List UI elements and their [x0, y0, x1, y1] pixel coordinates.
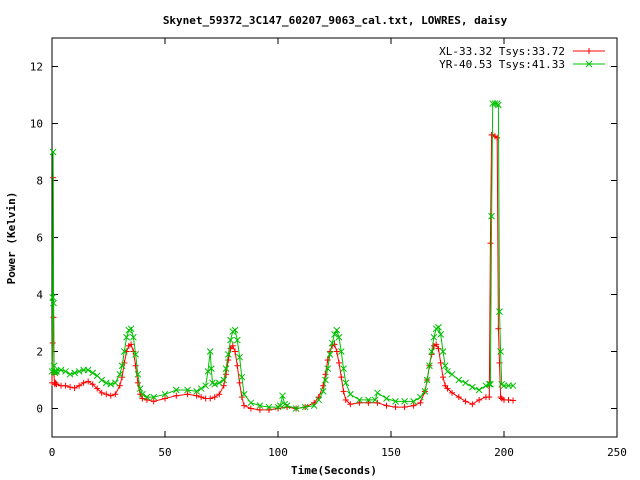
data-point [207, 395, 214, 402]
x-tick-label: 100 [268, 446, 288, 459]
data-point [198, 394, 205, 401]
x-tick-label: 50 [158, 446, 171, 459]
data-point [57, 366, 65, 374]
data-point [103, 391, 110, 398]
data-point [247, 405, 254, 412]
data-point [322, 371, 329, 378]
data-point [75, 368, 83, 375]
x-tick-label: 150 [381, 446, 401, 459]
y-tick-label: 12 [30, 61, 43, 74]
data-point [455, 394, 462, 401]
data-point [247, 399, 255, 407]
data-point [462, 398, 469, 405]
data-point [225, 357, 232, 364]
data-point [320, 382, 327, 389]
legend-marker [586, 48, 592, 54]
data-point [143, 396, 150, 403]
y-tick-label: 6 [36, 232, 43, 245]
legend-label: YR-40.53 Tsys:41.33 [439, 58, 565, 71]
data-point [112, 391, 119, 398]
data-point [236, 379, 243, 386]
data-point [336, 359, 343, 366]
x-tick-label: 200 [494, 446, 514, 459]
x-axis-label: Time(Seconds) [291, 464, 377, 477]
x-axis: 0 50 100 150 200 250 [49, 38, 627, 459]
data-point [346, 390, 354, 398]
data-point [216, 391, 223, 398]
data-point [340, 388, 347, 395]
y-tick-label: 10 [30, 118, 43, 131]
data-point [265, 406, 272, 413]
data-point [132, 362, 139, 369]
y-tick-label: 4 [36, 289, 43, 302]
data-point [383, 402, 390, 409]
data-point [392, 404, 399, 411]
chart: Skynet_59372_3C147_60207_9063_cal.txt, L… [5, 14, 627, 477]
data-point [234, 362, 241, 369]
data-point [107, 380, 115, 388]
data-point [107, 392, 114, 399]
data-point [356, 399, 363, 406]
data-point [211, 394, 218, 401]
data-point [338, 374, 345, 381]
data-point [365, 399, 372, 406]
y-tick-label: 8 [36, 175, 43, 188]
series-2 [48, 100, 517, 412]
data-point [111, 379, 119, 387]
legend: XL-33.32 Tsys:33.72YR-40.53 Tsys:41.33 [439, 45, 605, 71]
y-axis: 0 2 4 6 8 10 12 [30, 61, 617, 416]
data-point [80, 379, 87, 386]
y-tick-label: 2 [36, 346, 43, 359]
y-axis-label: Power (Kelvin) [5, 192, 18, 285]
legend-label: XL-33.32 Tsys:33.72 [439, 45, 565, 58]
data-point [462, 379, 469, 387]
data-point [496, 359, 503, 366]
data-point [383, 395, 390, 402]
data-point [417, 399, 424, 406]
data-point [510, 397, 517, 404]
chart-title: Skynet_59372_3C147_60207_9063_cal.txt, L… [163, 14, 508, 27]
data-point [241, 402, 248, 409]
data-point [469, 383, 476, 391]
data-point [62, 382, 69, 389]
data-point [487, 240, 494, 247]
data-point [455, 376, 463, 384]
data-point [173, 392, 180, 399]
data-point [85, 378, 92, 385]
y-tick-label: 0 [36, 403, 43, 416]
data-point [67, 384, 74, 391]
data-point [476, 396, 483, 403]
series-1 [49, 131, 517, 413]
data-point [505, 396, 512, 403]
data-point [71, 369, 78, 377]
data-point [439, 374, 446, 381]
data-point [486, 394, 493, 401]
data-point [374, 389, 381, 397]
x-tick-label: 0 [49, 446, 56, 459]
data-point [435, 323, 442, 331]
data-point [127, 325, 135, 333]
series-layer [48, 100, 517, 413]
data-point [401, 404, 408, 411]
data-point [232, 348, 239, 355]
x-tick-label: 250 [607, 446, 627, 459]
series-line [51, 103, 513, 410]
data-point [475, 386, 483, 394]
data-point [211, 380, 219, 388]
data-point [223, 371, 230, 378]
data-point [469, 401, 476, 408]
